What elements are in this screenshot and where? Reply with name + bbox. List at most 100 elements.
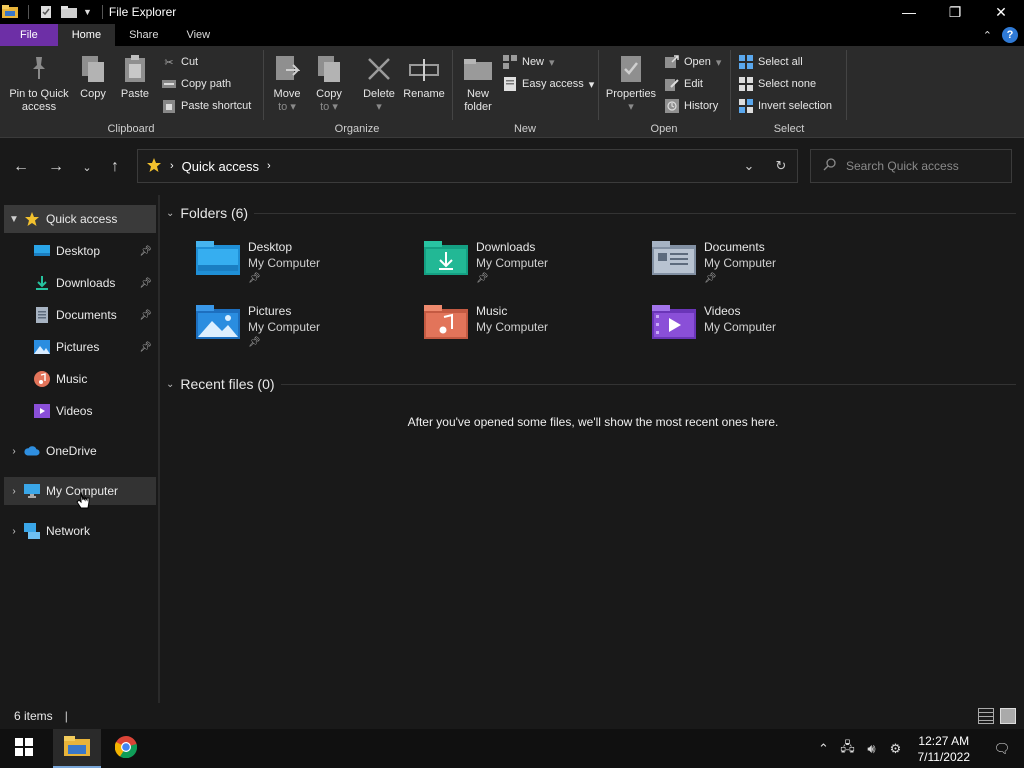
select-none-button[interactable]: Select none <box>739 77 816 91</box>
sidebar-item-network[interactable]: › Network <box>4 517 156 545</box>
tab-file[interactable]: File <box>0 24 58 46</box>
breadcrumb-chevron-icon[interactable]: › <box>267 160 271 172</box>
up-button[interactable]: ↑ <box>104 157 126 177</box>
new-item-button[interactable]: New ▾ <box>503 55 555 69</box>
chevron-right-icon[interactable]: › <box>4 446 24 457</box>
copy-button[interactable]: Copy <box>76 52 110 101</box>
music-folder-icon <box>424 303 470 343</box>
history-button[interactable]: History <box>665 99 718 113</box>
invert-selection-button[interactable]: Invert selection <box>739 99 832 113</box>
pin-to-quick-access-button[interactable]: Pin to Quick access <box>6 52 72 114</box>
search-box[interactable]: Search Quick access <box>810 149 1012 183</box>
address-bar[interactable]: › Quick access › ⌄ ↻ <box>137 149 798 183</box>
tab-home[interactable]: Home <box>57 24 116 46</box>
folder-tile-videos[interactable]: Videos My Computer <box>652 303 872 351</box>
delete-button[interactable]: Delete ▾ <box>360 52 398 114</box>
sidebar-item-videos[interactable]: Videos <box>4 397 156 425</box>
recent-locations-button[interactable]: ⌄ <box>76 157 98 177</box>
back-button[interactable]: ← <box>10 157 32 177</box>
clipboard-group-label: Clipboard <box>107 123 155 135</box>
chevron-down-icon[interactable]: ▼ <box>4 214 24 225</box>
large-icons-view-icon[interactable] <box>1000 708 1016 724</box>
select-none-icon <box>739 77 753 91</box>
chevron-down-icon: ⌄ <box>743 158 755 173</box>
cut-button[interactable]: ✂ Cut <box>162 55 198 69</box>
rename-button[interactable]: Rename <box>402 52 446 101</box>
customize-toolbar-icon[interactable]: ▼ <box>83 7 92 17</box>
easy-access-button[interactable]: Easy access ▾ <box>503 77 594 91</box>
chrome-icon <box>114 736 138 761</box>
forward-arrow-icon: → <box>48 158 64 175</box>
downloads-icon <box>34 275 50 291</box>
new-folder-quick-icon[interactable] <box>61 5 77 19</box>
open-button[interactable]: Open ▾ <box>665 55 721 69</box>
breadcrumb-separator-icon[interactable]: › <box>170 160 174 172</box>
copy-path-button[interactable]: Copy path <box>162 77 231 91</box>
pin-icon: 📌︎ <box>704 273 717 284</box>
copy-path-icon <box>162 77 176 91</box>
paste-shortcut-button[interactable]: Paste shortcut <box>162 99 251 113</box>
recent-files-section-header[interactable]: ⌄ Recent files (0) <box>166 376 1016 392</box>
volume-icon[interactable]: 🔊︎ <box>860 741 884 757</box>
delete-x-icon <box>364 52 394 86</box>
tab-share[interactable]: Share <box>115 24 172 46</box>
help-icon[interactable]: ? <box>1002 27 1018 43</box>
clock[interactable]: 12:27 AM 7/11/2022 <box>918 733 971 765</box>
up-arrow-icon: ↑ <box>111 158 119 175</box>
forward-button[interactable]: → <box>45 157 67 177</box>
new-group: New folder New ▾ Easy access ▾ New <box>453 46 597 138</box>
navigation-row: ← → ⌄ ↑ › Quick access › ⌄ ↻ Search Quic… <box>0 139 1024 195</box>
taskbar-file-explorer[interactable] <box>53 729 101 768</box>
sidebar-item-desktop[interactable]: Desktop 📌︎ <box>4 237 156 265</box>
file-explorer-icon <box>64 736 90 759</box>
expand-ribbon-icon[interactable]: ⌃ <box>983 29 992 42</box>
sidebar-item-pictures[interactable]: Pictures 📌︎ <box>4 333 156 361</box>
select-all-button[interactable]: Select all <box>739 55 803 69</box>
new-folder-button[interactable]: New folder <box>461 52 495 114</box>
move-to-button[interactable]: Move to ▾ <box>270 52 304 114</box>
sidebar-item-quick-access[interactable]: ▼ Quick access <box>4 205 156 233</box>
minimize-button[interactable]: — <box>886 0 932 24</box>
mouse-cursor-icon <box>76 491 92 514</box>
taskbar-chrome[interactable] <box>102 729 150 768</box>
copy-to-button[interactable]: Copy to ▾ <box>312 52 346 114</box>
clock-date: 7/11/2022 <box>917 749 971 764</box>
gear-icon[interactable]: ⚙ <box>884 741 908 757</box>
folder-tile-music[interactable]: Music My Computer <box>424 303 644 351</box>
properties-button[interactable]: Properties ▾ <box>603 52 659 114</box>
chevron-up-icon[interactable]: ⌃ <box>812 741 836 757</box>
edit-button[interactable]: Edit <box>665 77 703 91</box>
restore-button[interactable]: ❐ <box>932 0 978 24</box>
address-history-dropdown[interactable]: ⌄ <box>733 150 765 182</box>
taskbar: ⌃ 🖧︎ 🔊︎ ⚙ 12:27 AM 7/11/2022 🗨︎ <box>0 729 1024 768</box>
sidebar-item-downloads[interactable]: Downloads 📌︎ <box>4 269 156 297</box>
status-bar: 6 items | <box>0 703 1024 729</box>
folder-tile-pictures[interactable]: Pictures My Computer 📌︎ <box>196 303 416 351</box>
breadcrumb-quick-access[interactable]: Quick access <box>182 159 259 174</box>
pin-icon: 📌︎ <box>139 245 152 257</box>
folder-tile-documents[interactable]: Documents My Computer 📌︎ <box>652 239 872 287</box>
network-status-icon[interactable]: 🖧︎ <box>836 738 860 760</box>
sidebar-item-music[interactable]: Music <box>4 365 156 393</box>
close-button[interactable]: ✕ <box>978 0 1024 24</box>
properties-check-icon[interactable] <box>39 5 55 19</box>
notification-icon[interactable]: 🗨︎ <box>980 741 1024 757</box>
desktop-icon <box>34 243 50 259</box>
sidebar-item-onedrive[interactable]: › OneDrive <box>4 437 156 465</box>
chevron-down-icon: ⌄ <box>166 378 175 390</box>
chevron-right-icon[interactable]: › <box>4 526 24 537</box>
refresh-button[interactable]: ↻ <box>765 150 797 182</box>
music-icon <box>34 371 50 387</box>
paste-button[interactable]: Paste <box>118 52 152 101</box>
sidebar-item-documents[interactable]: Documents 📌︎ <box>4 301 156 329</box>
new-group-label: New <box>513 123 536 135</box>
start-button[interactable] <box>0 729 48 768</box>
details-view-icon[interactable] <box>978 708 994 724</box>
videos-folder-icon <box>652 303 698 343</box>
tab-view[interactable]: View <box>172 24 224 46</box>
folders-section-header[interactable]: ⌄ Folders (6) <box>166 205 1016 221</box>
chevron-right-icon[interactable]: › <box>4 486 24 497</box>
folder-tile-desktop[interactable]: Desktop My Computer 📌︎ <box>196 239 416 287</box>
pictures-folder-icon <box>196 303 242 343</box>
folder-tile-downloads[interactable]: Downloads My Computer 📌︎ <box>424 239 644 287</box>
